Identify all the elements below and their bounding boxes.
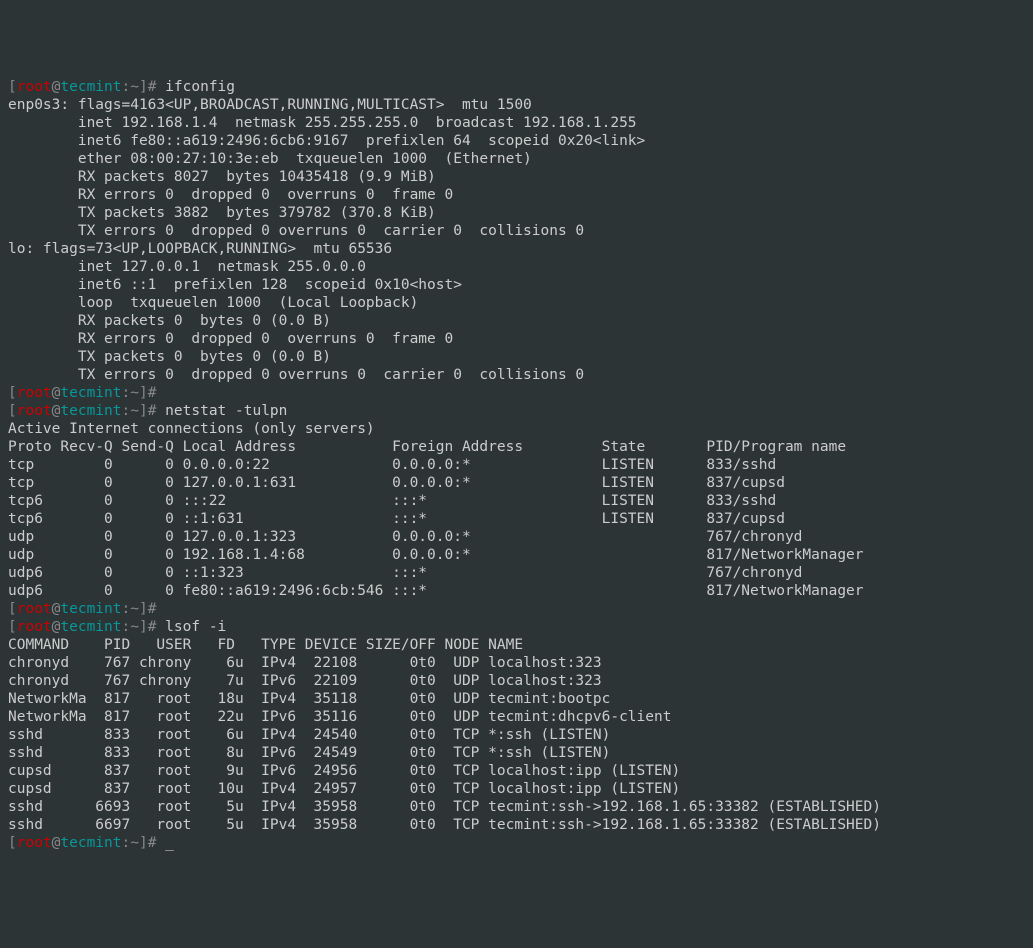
ifconfig-output-line: lo: flags=73<UP,LOOPBACK,RUNNING> mtu 65…: [8, 240, 1025, 258]
ifconfig-output-line: ether 08:00:27:10:3e:eb txqueuelen 1000 …: [8, 150, 1025, 168]
netstat-header: Active Internet connections (only server…: [8, 420, 1025, 438]
prompt-colon: :: [122, 619, 131, 635]
lsof-row: cupsd 837 root 9u IPv6 24956 0t0 TCP loc…: [8, 762, 1025, 780]
command-text: ifconfig: [165, 79, 235, 95]
bracket-open: [: [8, 79, 17, 95]
netstat-row: udp 0 0 127.0.0.1:323 0.0.0.0:* 767/chro…: [8, 528, 1025, 546]
lsof-columns: COMMAND PID USER FD TYPE DEVICE SIZE/OFF…: [8, 636, 1025, 654]
prompt-host: tecmint: [60, 79, 121, 95]
bracket-close: ]: [139, 403, 148, 419]
prompt-path: ~: [130, 403, 139, 419]
lsof-row: chronyd 767 chrony 7u IPv6 22109 0t0 UDP…: [8, 672, 1025, 690]
lsof-row: NetworkMa 817 root 22u IPv6 35116 0t0 UD…: [8, 708, 1025, 726]
bracket-close: ]: [139, 601, 148, 617]
netstat-row: udp6 0 0 fe80::a619:2496:6cb:546 :::* 81…: [8, 582, 1025, 600]
ifconfig-output-line: RX errors 0 dropped 0 overruns 0 frame 0: [8, 186, 1025, 204]
netstat-row: udp 0 0 192.168.1.4:68 0.0.0.0:* 817/Net…: [8, 546, 1025, 564]
bracket-close: ]: [139, 385, 148, 401]
prompt-path: ~: [130, 79, 139, 95]
ifconfig-output-line: RX packets 8027 bytes 10435418 (9.9 MiB): [8, 168, 1025, 186]
prompt-hash: #: [148, 601, 165, 617]
ifconfig-output-line: TX packets 3882 bytes 379782 (370.8 KiB): [8, 204, 1025, 222]
ifconfig-output-line: TX errors 0 dropped 0 overruns 0 carrier…: [8, 222, 1025, 240]
prompt-hash: #: [148, 79, 165, 95]
lsof-row: sshd 833 root 6u IPv4 24540 0t0 TCP *:ss…: [8, 726, 1025, 744]
prompt-colon: :: [122, 79, 131, 95]
prompt-colon: :: [122, 385, 131, 401]
netstat-row: tcp6 0 0 :::22 :::* LISTEN 833/sshd: [8, 492, 1025, 510]
ifconfig-output-line: inet 192.168.1.4 netmask 255.255.255.0 b…: [8, 114, 1025, 132]
prompt-host: tecmint: [60, 385, 121, 401]
bracket-close: ]: [139, 619, 148, 635]
prompt-path: ~: [130, 601, 139, 617]
lsof-row: sshd 6697 root 5u IPv4 35958 0t0 TCP tec…: [8, 816, 1025, 834]
netstat-row: udp6 0 0 ::1:323 :::* 767/chronyd: [8, 564, 1025, 582]
ifconfig-output-line: TX packets 0 bytes 0 (0.0 B): [8, 348, 1025, 366]
netstat-row: tcp6 0 0 ::1:631 :::* LISTEN 837/cupsd: [8, 510, 1025, 528]
prompt-colon: :: [122, 601, 131, 617]
terminal-output[interactable]: [root@tecmint:~]# ifconfigenp0s3: flags=…: [8, 78, 1025, 852]
prompt-host: tecmint: [60, 619, 121, 635]
ifconfig-output-line: TX errors 0 dropped 0 overruns 0 carrier…: [8, 366, 1025, 384]
prompt-hash: #: [148, 385, 165, 401]
lsof-row: chronyd 767 chrony 6u IPv4 22108 0t0 UDP…: [8, 654, 1025, 672]
netstat-row: tcp 0 0 127.0.0.1:631 0.0.0.0:* LISTEN 8…: [8, 474, 1025, 492]
command-text: lsof -i: [165, 619, 226, 635]
prompt-colon: :: [122, 403, 131, 419]
prompt-host: tecmint: [60, 403, 121, 419]
prompt-user: root: [17, 619, 52, 635]
cursor-underscore-icon: _: [165, 835, 174, 851]
ifconfig-output-line: inet6 ::1 prefixlen 128 scopeid 0x10<hos…: [8, 276, 1025, 294]
prompt-path: ~: [130, 385, 139, 401]
netstat-columns: Proto Recv-Q Send-Q Local Address Foreig…: [8, 438, 1025, 456]
ifconfig-output-line: enp0s3: flags=4163<UP,BROADCAST,RUNNING,…: [8, 96, 1025, 114]
netstat-row: tcp 0 0 0.0.0.0:22 0.0.0.0:* LISTEN 833/…: [8, 456, 1025, 474]
prompt-line[interactable]: [root@tecmint:~]# _: [8, 834, 1025, 852]
lsof-row: NetworkMa 817 root 18u IPv4 35118 0t0 UD…: [8, 690, 1025, 708]
ifconfig-output-line: inet6 fe80::a619:2496:6cb6:9167 prefixle…: [8, 132, 1025, 150]
prompt-host: tecmint: [60, 601, 121, 617]
prompt-line: [root@tecmint:~]#: [8, 384, 1025, 402]
prompt-path: ~: [130, 619, 139, 635]
lsof-row: sshd 833 root 8u IPv6 24549 0t0 TCP *:ss…: [8, 744, 1025, 762]
prompt-hash: #: [148, 403, 165, 419]
prompt-hash: #: [148, 619, 165, 635]
prompt-user: root: [17, 385, 52, 401]
bracket-open: [: [8, 619, 17, 635]
prompt-line: [root@tecmint:~]# lsof -i: [8, 618, 1025, 636]
bracket-open: [: [8, 385, 17, 401]
lsof-row: cupsd 837 root 10u IPv4 24957 0t0 TCP lo…: [8, 780, 1025, 798]
bracket-open: [: [8, 403, 17, 419]
prompt-line: [root@tecmint:~]# ifconfig: [8, 78, 1025, 96]
bracket-open: [: [8, 601, 17, 617]
command-text: netstat -tulpn: [165, 403, 287, 419]
prompt-user: root: [17, 403, 52, 419]
ifconfig-output-line: RX errors 0 dropped 0 overruns 0 frame 0: [8, 330, 1025, 348]
lsof-row: sshd 6693 root 5u IPv4 35958 0t0 TCP tec…: [8, 798, 1025, 816]
prompt-user: root: [17, 79, 52, 95]
ifconfig-output-line: RX packets 0 bytes 0 (0.0 B): [8, 312, 1025, 330]
bracket-close: ]: [139, 79, 148, 95]
ifconfig-output-line: loop txqueuelen 1000 (Local Loopback): [8, 294, 1025, 312]
ifconfig-output-line: inet 127.0.0.1 netmask 255.0.0.0: [8, 258, 1025, 276]
prompt-line: [root@tecmint:~]# netstat -tulpn: [8, 402, 1025, 420]
prompt-user: root: [17, 601, 52, 617]
prompt-line: [root@tecmint:~]#: [8, 600, 1025, 618]
